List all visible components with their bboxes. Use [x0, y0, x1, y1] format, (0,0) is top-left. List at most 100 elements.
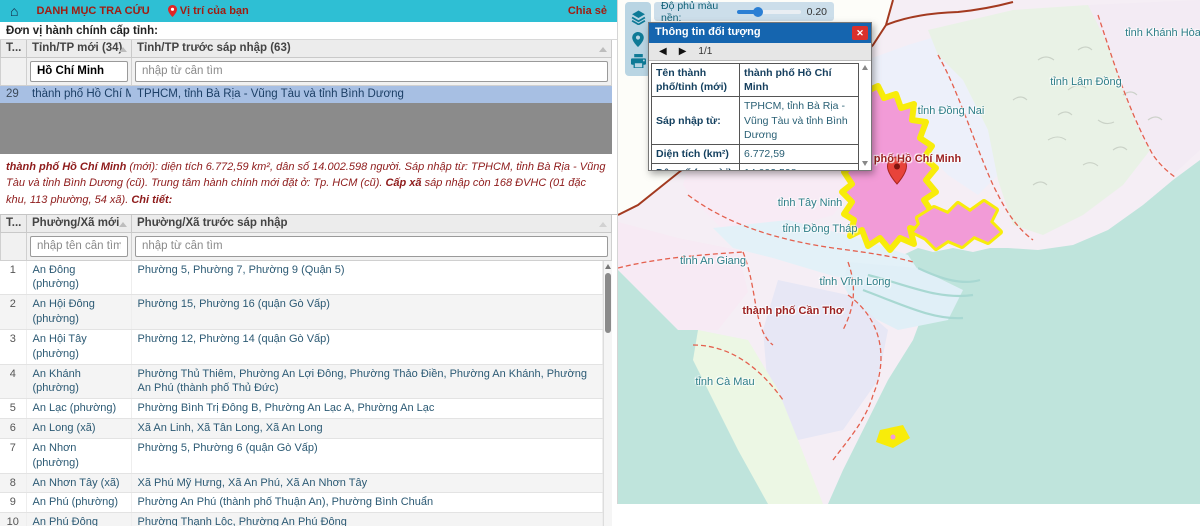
row-new-name: An Đông (phường): [26, 261, 131, 295]
province-selected-row[interactable]: 29 thành phố Hồ Chí Minh TPHCM, tỉnh Bà …: [1, 85, 612, 102]
row-old-names: Phường Thủ Thiêm, Phường An Lợi Đông, Ph…: [131, 364, 603, 399]
popup-attribute-row: Dân số (người)14.002.598: [652, 164, 859, 170]
sort-icon[interactable]: [599, 222, 607, 227]
ward-col-num[interactable]: T...: [1, 215, 27, 232]
col-num-label: T...: [6, 42, 21, 54]
table-row[interactable]: 1An Đông (phường)Phường 5, Phường 7, Phư…: [0, 261, 603, 295]
province-col-old[interactable]: Tỉnh/TP trước sáp nhập (63): [132, 40, 612, 57]
home-icon[interactable]: ⌂: [10, 4, 18, 18]
row-num: 4: [0, 364, 26, 399]
row-old-names: Phường 15, Phường 16 (quận Gò Vấp): [131, 295, 603, 330]
app: ⌂ DANH MỤC TRA CỨU Vị trí của bạn Chia s…: [0, 0, 1200, 504]
popup-titlebar: Thông tin đối tượng ✕: [649, 23, 871, 43]
ward-new-filter-input[interactable]: [30, 236, 128, 257]
province-new-filter-input[interactable]: [30, 61, 128, 82]
row-old-names: Phường 5, Phường 7, Phường 9 (Quận 5): [131, 261, 603, 295]
sort-icon[interactable]: [119, 222, 127, 227]
popup-attribute-row: Diện tích (km²)6.772,59: [652, 144, 859, 163]
share-label: Chia sẻ: [568, 5, 607, 17]
sort-icon[interactable]: [599, 47, 607, 52]
col-new-label: Phường/Xã mới: [32, 217, 119, 229]
locate-button[interactable]: [630, 31, 646, 47]
col-num-label: T...: [6, 217, 21, 229]
province-col-num[interactable]: T...: [1, 40, 27, 57]
row-new-name: An Phú Đông (phường): [26, 513, 131, 526]
row-num: 9: [0, 493, 26, 513]
province-filter-empty: [1, 57, 27, 85]
empty-grid-area: [0, 103, 612, 154]
layers-button[interactable]: [630, 9, 646, 25]
prev-page-icon[interactable]: ◀: [659, 47, 667, 57]
popup-attribute-row: Sáp nhập từ:TPHCM, tỉnh Bà Rịa - Vũng Tà…: [652, 97, 859, 145]
row-num: 6: [0, 419, 26, 439]
next-page-icon[interactable]: ▶: [679, 47, 687, 57]
row-new-name: thành phố Hồ Chí Minh: [27, 85, 132, 102]
merge-description: thành phố Hồ Chí Minh (mới): diện tích 6…: [0, 154, 617, 216]
table-row[interactable]: 10An Phú Đông (phường)Phường Thạnh Lộc, …: [0, 513, 603, 526]
scroll-up-icon[interactable]: [862, 65, 868, 70]
ward-table-header: T... Phường/Xã mới Phường/Xã trước sáp n…: [0, 215, 612, 261]
top-navbar: ⌂ DANH MỤC TRA CỨU Vị trí của bạn Chia s…: [0, 0, 617, 22]
row-new-name: An Hội Tây (phường): [26, 329, 131, 364]
popup-scrollbar[interactable]: [861, 63, 870, 168]
row-old-names: Phường 5, Phường 6 (quận Gò Vấp): [131, 438, 603, 473]
ward-col-new[interactable]: Phường/Xã mới: [27, 215, 132, 232]
table-row[interactable]: 4An Khánh (phường)Phường Thủ Thiêm, Phườ…: [0, 364, 603, 399]
menu-vi-tri-cua-ban[interactable]: Vị trí của bạn: [168, 5, 249, 17]
ward-filter-empty: [1, 232, 27, 260]
attribute-value: thành phố Hồ Chí Minh: [740, 64, 859, 97]
scroll-down-icon[interactable]: [862, 161, 868, 166]
menu-label: DANH MỤC TRA CỨU: [36, 5, 149, 17]
page-counter: 1/1: [698, 46, 712, 57]
share-button[interactable]: Chia sẻ: [568, 5, 607, 17]
left-panel: ⌂ DANH MỤC TRA CỨU Vị trí của bạn Chia s…: [0, 0, 618, 504]
row-num: 3: [0, 329, 26, 364]
table-row[interactable]: 5An Lạc (phường)Phường Bình Trị Đông B, …: [0, 399, 603, 419]
row-new-name: An Khánh (phường): [26, 364, 131, 399]
popup-title-label: Thông tin đối tượng: [655, 26, 761, 38]
table-row[interactable]: 9An Phú (phường)Phường An Phú (thành phố…: [0, 493, 603, 513]
row-new-name: An Phú (phường): [26, 493, 131, 513]
scrollbar-thumb[interactable]: [605, 273, 611, 333]
row-num: 10: [0, 513, 26, 526]
sort-icon[interactable]: [119, 47, 127, 52]
table-row[interactable]: 6An Long (xã)Xã An Linh, Xã Tân Long, Xã…: [0, 419, 603, 439]
row-old-names: Phường 12, Phường 14 (quận Gò Vấp): [131, 329, 603, 364]
row-old-names: Xã Phú Mỹ Hưng, Xã An Phú, Xã An Nhơn Tâ…: [131, 473, 603, 493]
attribute-label: Tên thành phố/tỉnh (mới): [652, 64, 740, 97]
row-num: 29: [1, 85, 27, 102]
ward-table-scrollbar[interactable]: [603, 261, 612, 526]
close-icon[interactable]: ✕: [852, 26, 868, 40]
scroll-up-icon[interactable]: [605, 264, 611, 269]
attribute-value: 14.002.598: [740, 164, 859, 170]
ward-col-old[interactable]: Phường/Xã trước sáp nhập: [132, 215, 612, 232]
col-new-label: Tỉnh/TP mới (34): [32, 42, 122, 54]
opacity-slider[interactable]: [737, 10, 801, 14]
attribute-label: Diện tích (km²): [652, 144, 740, 163]
table-row[interactable]: 7An Nhơn (phường)Phường 5, Phường 6 (quậ…: [0, 438, 603, 473]
slider-knob[interactable]: [753, 7, 763, 17]
row-num: 5: [0, 399, 26, 419]
province-old-filter-input[interactable]: [135, 61, 608, 82]
menu-danh-muc-tra-cuu[interactable]: DANH MỤC TRA CỨU: [36, 5, 149, 17]
feature-info-popup: Thông tin đối tượng ✕ ◀ ▶ 1/1 Tên thành …: [648, 22, 872, 171]
row-new-name: An Nhơn Tây (xã): [26, 473, 131, 493]
province-col-new[interactable]: Tỉnh/TP mới (34): [27, 40, 132, 57]
table-row[interactable]: 3An Hội Tây (phường)Phường 12, Phường 14…: [0, 329, 603, 364]
col-old-label: Phường/Xã trước sáp nhập: [137, 217, 288, 229]
row-num: 7: [0, 438, 26, 473]
row-num: 2: [0, 295, 26, 330]
row-old-names: TPHCM, tỉnh Bà Rịa - Vũng Tàu và tỉnh Bì…: [132, 85, 612, 102]
row-new-name: An Lạc (phường): [26, 399, 131, 419]
ward-old-filter-input[interactable]: [135, 236, 608, 257]
col-old-label: Tỉnh/TP trước sáp nhập (63): [137, 42, 291, 54]
row-new-name: An Nhơn (phường): [26, 438, 131, 473]
printer-icon: [631, 54, 646, 68]
map-panel: tỉnh Khánh Hòatỉnh Lâm Đồngtỉnh Đồng Nai…: [618, 0, 1200, 504]
table-row[interactable]: 2An Hội Đông (phường)Phường 15, Phường 1…: [0, 295, 603, 330]
table-row[interactable]: 8An Nhơn Tây (xã)Xã Phú Mỹ Hưng, Xã An P…: [0, 473, 603, 493]
opacity-value: 0.20: [807, 6, 827, 18]
print-button[interactable]: [630, 53, 646, 69]
popup-pager: ◀ ▶ 1/1: [649, 43, 871, 61]
ward-rows-table: 1An Đông (phường)Phường 5, Phường 7, Phư…: [0, 261, 603, 526]
